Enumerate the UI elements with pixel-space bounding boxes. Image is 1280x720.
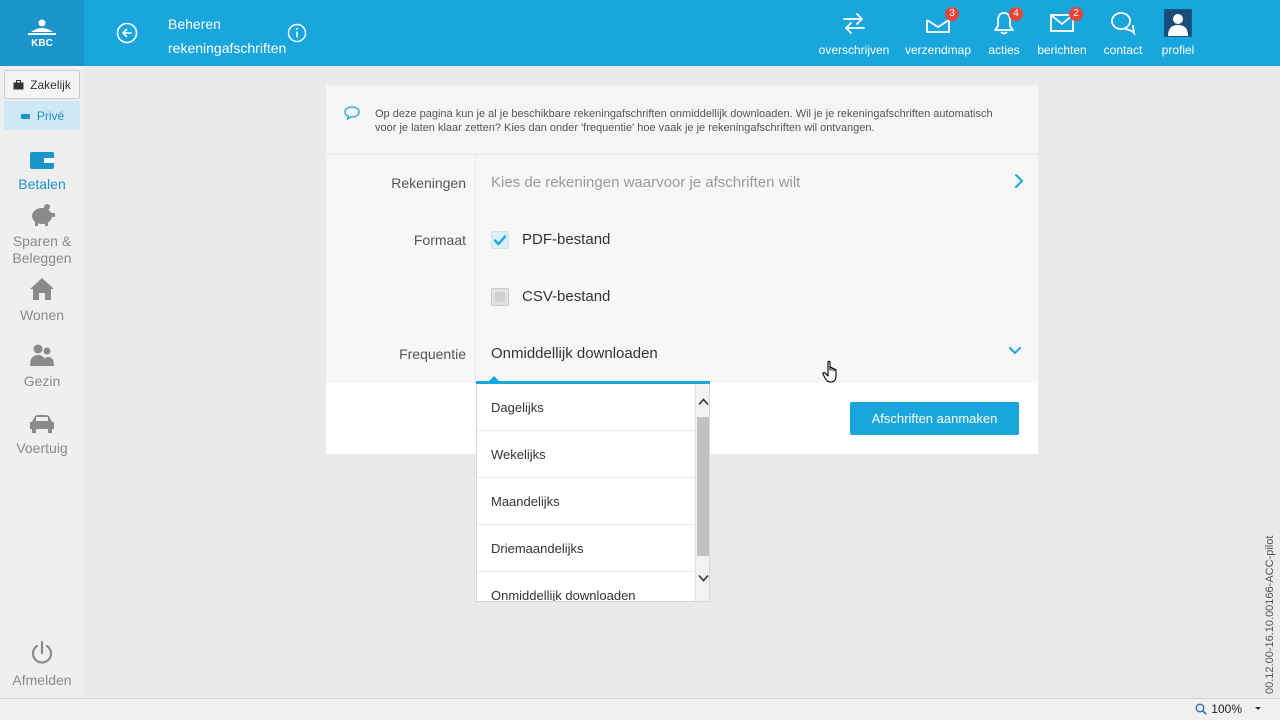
- pdf-checkbox[interactable]: [491, 231, 509, 249]
- chevron-right-icon: [1015, 174, 1023, 188]
- segment-label: Zakelijk: [30, 77, 71, 92]
- sidebar: Zakelijk Privé Betalen Sparen & Beleggen: [0, 66, 84, 698]
- kbc-logo[interactable]: KBC: [0, 0, 84, 66]
- notification-badge: 3: [945, 7, 959, 21]
- back-arrow-icon[interactable]: [116, 22, 138, 44]
- car-icon: [30, 415, 54, 433]
- page-title: Beheren rekeningafschriften: [168, 16, 287, 56]
- zoom-level: 100%: [1211, 702, 1242, 716]
- nav-contact[interactable]: contact: [1102, 8, 1144, 60]
- scrollbar-thumb[interactable]: [697, 417, 709, 556]
- scroll-down-icon[interactable]: [698, 574, 709, 582]
- power-icon: [31, 640, 53, 664]
- csv-checkbox-label[interactable]: CSV-bestand: [522, 288, 610, 305]
- nav-label: acties: [988, 43, 1020, 57]
- speech-bubble-icon: [344, 106, 360, 120]
- transfer-icon: [843, 13, 865, 34]
- segment-zakelijk[interactable]: Zakelijk: [4, 70, 80, 99]
- sidebar-item-label: Voertuig: [16, 440, 68, 456]
- kbc-logo-icon: KBC: [28, 19, 56, 48]
- logout-button[interactable]: Afmelden: [0, 640, 84, 689]
- family-icon: [30, 344, 54, 366]
- zoom-control[interactable]: 100%: [1195, 702, 1262, 716]
- notification-badge: 2: [1069, 7, 1083, 21]
- format-label: Formaat: [413, 232, 466, 248]
- segment-prive[interactable]: Privé: [4, 101, 80, 130]
- sidebar-item-label: Gezin: [23, 373, 61, 389]
- dropdown-option-maandelijks[interactable]: Maandelijks: [477, 478, 695, 525]
- version-label: 00.12.00-16.10.00166-ACC-pilot: [1264, 535, 1276, 694]
- scroll-up-icon[interactable]: [698, 398, 709, 406]
- avatar-icon: [1164, 9, 1192, 37]
- create-statements-button[interactable]: Afschriften aanmaken: [850, 402, 1019, 435]
- nav-label: profiel: [1161, 43, 1195, 57]
- chevron-down-icon: [1009, 347, 1021, 354]
- segment-label: Privé: [36, 108, 65, 123]
- csv-checkbox[interactable]: [491, 288, 509, 306]
- dropdown-option-dagelijks[interactable]: Dagelijks: [477, 384, 695, 431]
- nav-profiel[interactable]: profiel: [1158, 8, 1198, 60]
- svg-text:KBC: KBC: [31, 38, 53, 48]
- accounts-label: Rekeningen: [391, 175, 466, 191]
- frequency-selected-value: Onmiddellijk downloaden: [491, 345, 658, 362]
- status-bar: 100%: [0, 698, 1280, 720]
- accounts-selector[interactable]: Kies de rekeningen waarvoor je afschrift…: [475, 155, 1038, 212]
- sofa-icon: [20, 113, 30, 119]
- pdf-checkbox-label[interactable]: PDF-bestand: [522, 231, 610, 248]
- dropdown-option-driemaandelijks[interactable]: Driemaandelijks: [477, 525, 695, 572]
- nav-acties[interactable]: 4 acties: [984, 7, 1024, 60]
- sidebar-item-label: Betalen: [18, 176, 66, 192]
- nav-label: verzendmap: [904, 43, 972, 57]
- dropdown-option-wekelijks[interactable]: Wekelijks: [477, 431, 695, 478]
- nav-berichten[interactable]: 2 berichten: [1036, 7, 1088, 60]
- frequency-dropdown-list: Dagelijks Wekelijks Maandelijks Driemaan…: [476, 384, 710, 602]
- logout-label: Afmelden: [12, 672, 72, 688]
- accounts-placeholder: Kies de rekeningen waarvoor je afschrift…: [491, 174, 801, 191]
- briefcase-icon: [13, 79, 24, 89]
- piggy-bank-icon: [32, 204, 55, 226]
- format-row-pdf: Formaat PDF-bestand: [326, 212, 1038, 269]
- sidebar-item-label: Wonen: [19, 307, 65, 323]
- info-icon[interactable]: [287, 23, 307, 43]
- sidebar-item-sparen-beleggen[interactable]: Sparen & Beleggen: [0, 201, 84, 267]
- frequency-select[interactable]: Onmiddellijk downloaden: [475, 326, 1038, 383]
- sidebar-item-wonen[interactable]: Wonen: [0, 275, 84, 324]
- top-bar: KBC Beheren rekeningafschriften overschr…: [0, 0, 1280, 66]
- chat-icon: [1111, 12, 1136, 36]
- nav-verzendmap[interactable]: 3 verzendmap: [904, 7, 972, 60]
- checkmark-icon: [493, 235, 507, 246]
- nav-overschrijven[interactable]: overschrijven: [818, 8, 890, 60]
- intro-text: Op deze pagina kun je al je beschikbare …: [375, 108, 993, 134]
- sidebar-item-voertuig[interactable]: Voertuig: [0, 408, 84, 457]
- chevron-down-icon[interactable]: [1246, 705, 1262, 713]
- zoom-icon: [1195, 703, 1207, 715]
- nav-label: contact: [1103, 43, 1143, 57]
- wallet-icon: [30, 152, 54, 169]
- sidebar-item-label: Sparen & Beleggen: [12, 233, 72, 266]
- frequency-label: Frequentie: [399, 346, 466, 362]
- nav-label: overschrijven: [818, 43, 890, 57]
- format-row-csv: CSV-bestand: [326, 269, 1038, 326]
- dropdown-option-onmiddellijk[interactable]: Onmiddellijk downloaden: [477, 572, 695, 601]
- frequency-row: Frequentie Onmiddellijk downloaden: [326, 326, 1038, 383]
- intro-banner: Op deze pagina kun je al je beschikbare …: [326, 85, 1038, 155]
- accounts-row: Rekeningen Kies de rekeningen waarvoor j…: [326, 155, 1038, 212]
- hand-cursor-icon: [822, 360, 837, 383]
- nav-label: berichten: [1037, 43, 1087, 57]
- house-icon: [30, 278, 54, 300]
- sidebar-item-gezin[interactable]: Gezin: [0, 341, 84, 390]
- dropdown-scrollbar[interactable]: [695, 384, 709, 601]
- notification-badge: 4: [1009, 7, 1023, 21]
- sidebar-item-betalen[interactable]: Betalen: [0, 144, 84, 193]
